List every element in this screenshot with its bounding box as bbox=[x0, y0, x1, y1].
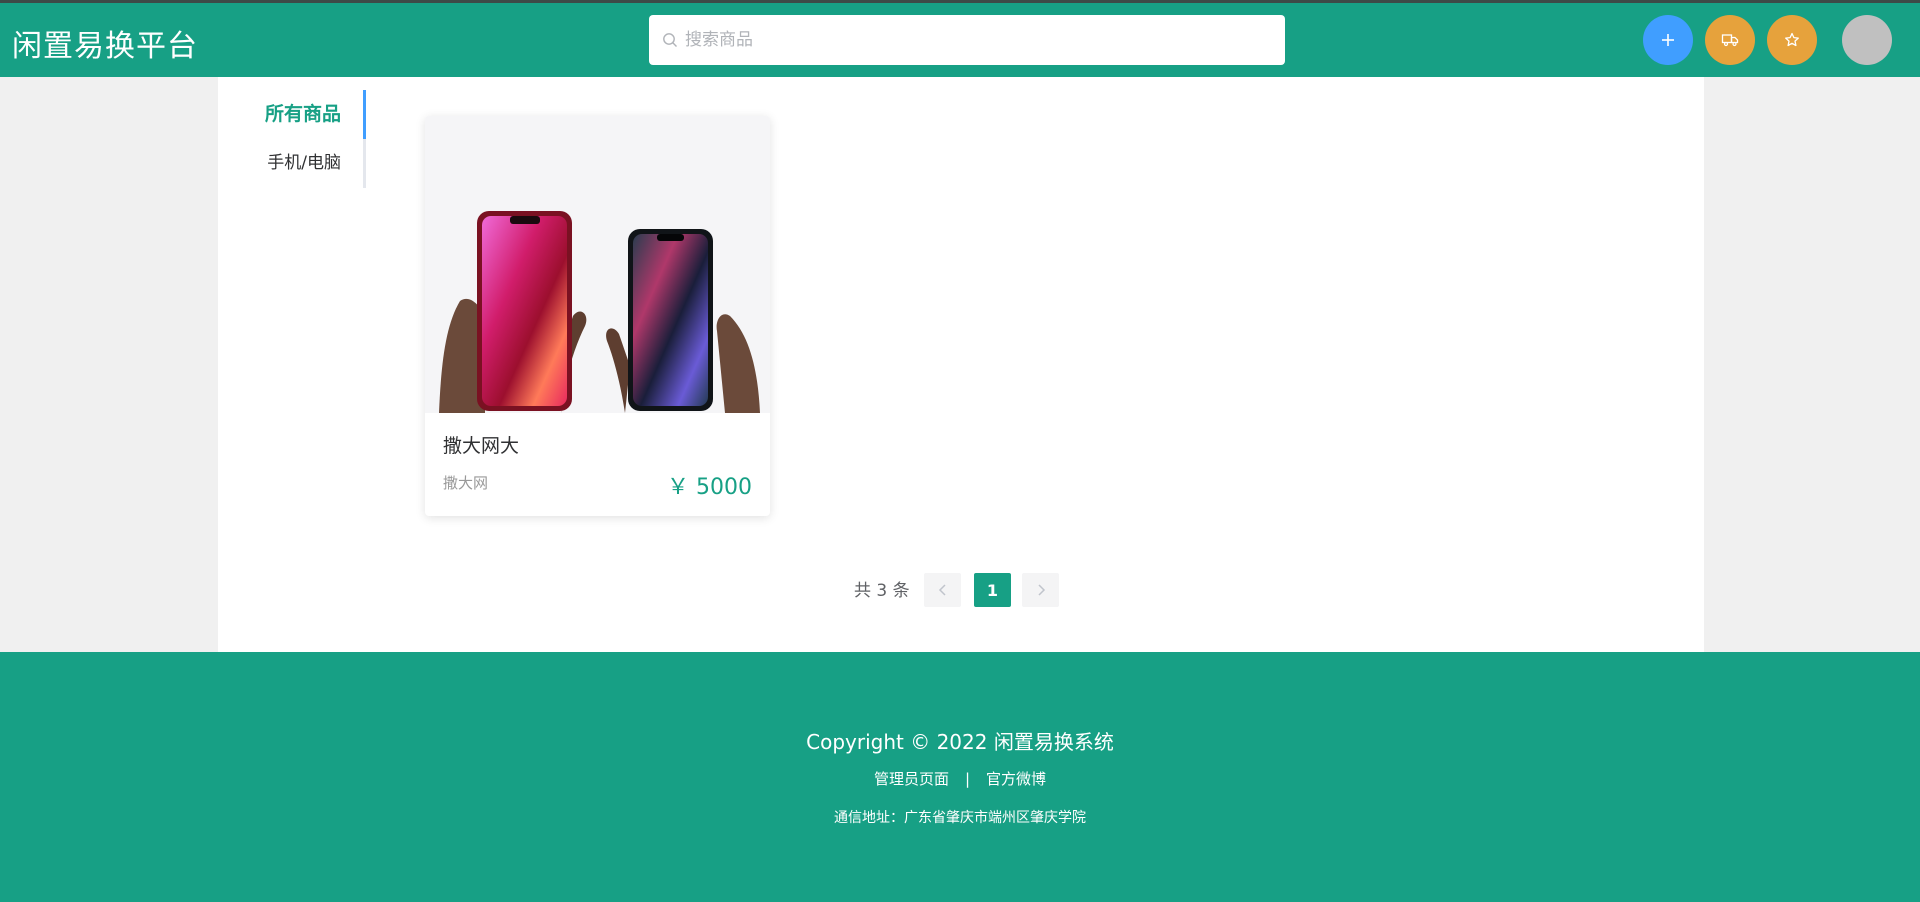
search-icon bbox=[663, 33, 677, 47]
pagination-total: 共 3 条 bbox=[854, 581, 910, 601]
page-background-right bbox=[1704, 77, 1920, 652]
orders-button[interactable] bbox=[1705, 15, 1755, 65]
product-title[interactable]: 撒大网大 bbox=[443, 431, 519, 458]
footer-links: 管理员页面 | 官方微博 bbox=[0, 768, 1920, 789]
user-avatar[interactable] bbox=[1842, 15, 1892, 65]
add-item-button[interactable] bbox=[1643, 15, 1693, 65]
product-image[interactable] bbox=[425, 116, 770, 413]
site-logo[interactable]: 闲置易换平台 bbox=[12, 21, 198, 65]
official-weibo-link[interactable]: 官方微博 bbox=[986, 770, 1046, 788]
tab-phones-computers[interactable]: 手机/电脑 bbox=[245, 139, 367, 188]
truck-icon bbox=[1721, 34, 1739, 47]
pagination-prev-button[interactable] bbox=[924, 573, 961, 607]
chevron-right-icon bbox=[1037, 584, 1045, 596]
plus-icon bbox=[1662, 34, 1674, 46]
tab-all-products[interactable]: 所有商品 bbox=[245, 90, 367, 139]
product-card[interactable]: 撒大网大 撒大网 ￥ 5000 bbox=[425, 116, 770, 516]
site-footer: Copyright © 2022 闲置易换系统 管理员页面 | 官方微博 通信地址：… bbox=[0, 652, 1920, 902]
pagination-next-button[interactable] bbox=[1022, 573, 1059, 607]
page-background-left bbox=[0, 77, 218, 652]
search-input[interactable] bbox=[685, 25, 1265, 55]
product-photo bbox=[439, 211, 760, 413]
footer-copyright: Copyright © 2022 闲置易换系统 bbox=[806, 730, 1114, 754]
footer-address: 通信地址：广东省肇庆市端州区肇庆学院 bbox=[834, 810, 1086, 826]
category-tabs: 所有商品 手机/电脑 bbox=[245, 90, 367, 188]
top-header: 闲置易换平台 bbox=[0, 3, 1920, 77]
favorites-button[interactable] bbox=[1767, 15, 1817, 65]
product-price: ￥ 5000 bbox=[667, 475, 752, 500]
pagination-page-1[interactable]: 1 bbox=[974, 573, 1011, 607]
star-icon bbox=[1785, 32, 1799, 47]
chevron-left-icon bbox=[938, 584, 946, 596]
product-seller: 撒大网 bbox=[443, 474, 489, 492]
search-box[interactable] bbox=[649, 15, 1285, 65]
admin-page-link[interactable]: 管理员页面 bbox=[874, 770, 949, 788]
footer-link-separator: | bbox=[964, 770, 971, 788]
